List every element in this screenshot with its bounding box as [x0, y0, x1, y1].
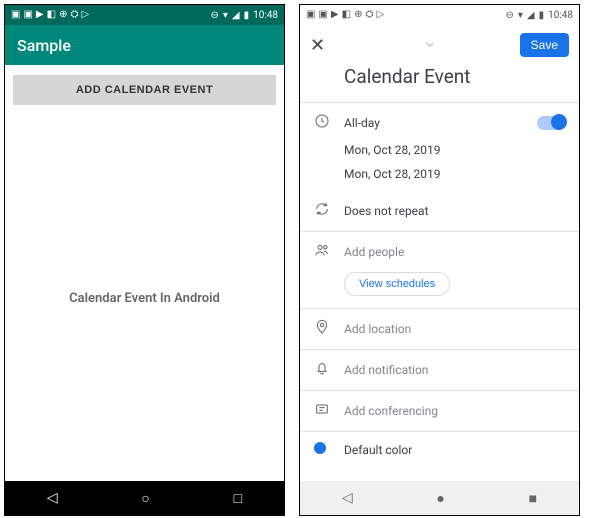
event-title[interactable]: Calendar Event [300, 61, 579, 102]
action-bar: Sample [5, 25, 284, 65]
nav-bar: ◁ ● ■ [300, 481, 579, 515]
add-notification-row[interactable]: Add notification [300, 350, 579, 390]
color-label: Default color [344, 443, 565, 457]
drag-handle-icon[interactable]: ⌄ [340, 31, 520, 52]
clock-text: 10:48 [253, 10, 278, 21]
end-date-row[interactable]: Mon, Oct 28, 2019 [300, 167, 579, 191]
conferencing-icon [314, 401, 344, 421]
notif-icon: ▣ [23, 10, 32, 20]
add-conferencing-row[interactable]: Add conferencing [300, 391, 579, 431]
color-dot-icon [314, 442, 344, 458]
notif-icon: ▣ [11, 10, 20, 20]
notif-icon: ▣ [306, 10, 315, 20]
home-button[interactable]: ○ [141, 490, 149, 507]
add-location-label: Add location [344, 322, 565, 336]
location-icon [314, 319, 344, 339]
notif-icon: ▷ [81, 10, 89, 20]
wifi-icon: ▾ [518, 10, 523, 21]
bell-icon [314, 360, 344, 380]
notif-icon: ◧ [47, 10, 56, 20]
wifi-icon: ▾ [223, 10, 228, 21]
status-icons-left: ▣ ▣ ▶ ◧ ⊕ ⛭ ▷ [306, 10, 384, 20]
allday-row: All-day [300, 103, 579, 143]
notif-icon: ⊕ [59, 10, 67, 20]
repeat-label: Does not repeat [344, 204, 565, 218]
color-row[interactable]: Default color [300, 432, 579, 462]
clock-icon [314, 113, 344, 133]
status-icons-left: ▣ ▣ ▶ ◧ ⊕ ⛭ ▷ [11, 10, 89, 20]
app-title: Sample [17, 36, 71, 55]
notif-icon: ◧ [342, 10, 351, 20]
end-date-text: Mon, Oct 28, 2019 [344, 167, 565, 181]
battery-icon: ▮ [539, 10, 545, 21]
notif-icon: ⛭ [70, 10, 78, 20]
save-button[interactable]: Save [520, 33, 569, 57]
phone-right: ▣ ▣ ▶ ◧ ⊕ ⛭ ▷ ⊖ ▾ ◢ ▮ 10:48 ✕ ⌄ Save Cal… [299, 4, 580, 516]
back-button[interactable]: ◁ [47, 490, 58, 506]
dnd-icon: ⊖ [210, 10, 218, 21]
nav-bar: ◁ ○ □ [5, 481, 284, 515]
signal-icon: ◢ [527, 10, 535, 21]
clock-text: 10:48 [548, 10, 573, 21]
recents-button[interactable]: ■ [529, 490, 537, 507]
view-schedules-row: View schedules [300, 272, 579, 308]
recents-button[interactable]: □ [234, 490, 242, 507]
add-people-row[interactable]: Add people [300, 232, 579, 272]
view-schedules-button[interactable]: View schedules [344, 272, 450, 296]
add-location-row[interactable]: Add location [300, 309, 579, 349]
event-header: ✕ ⌄ Save [300, 25, 579, 61]
people-icon [314, 242, 344, 262]
repeat-row[interactable]: Does not repeat [300, 191, 579, 231]
close-icon[interactable]: ✕ [310, 35, 340, 56]
allday-label: All-day [344, 116, 537, 130]
start-date-row[interactable]: Mon, Oct 28, 2019 [300, 143, 579, 167]
notif-icon: ⊕ [354, 10, 362, 20]
notif-icon: ▶ [36, 10, 44, 20]
phone-left: ▣ ▣ ▶ ◧ ⊕ ⛭ ▷ ⊖ ▾ ◢ ▮ 10:48 Sample ADD C… [4, 4, 285, 516]
add-calendar-event-button[interactable]: ADD CALENDAR EVENT [13, 75, 276, 105]
battery-icon: ▮ [244, 10, 250, 21]
back-button[interactable]: ◁ [342, 490, 353, 506]
status-icons-right: ⊖ ▾ ◢ ▮ 10:48 [505, 10, 573, 21]
start-date-text: Mon, Oct 28, 2019 [344, 143, 565, 157]
status-icons-right: ⊖ ▾ ◢ ▮ 10:48 [210, 10, 278, 21]
notif-icon: ⛭ [365, 10, 373, 20]
status-bar: ▣ ▣ ▶ ◧ ⊕ ⛭ ▷ ⊖ ▾ ◢ ▮ 10:48 [300, 5, 579, 25]
allday-toggle[interactable] [537, 116, 565, 130]
home-button[interactable]: ● [436, 490, 444, 507]
dnd-icon: ⊖ [505, 10, 513, 21]
center-label: Calendar Event In Android [5, 115, 284, 481]
notif-icon: ▷ [376, 10, 384, 20]
notif-icon: ▣ [318, 10, 327, 20]
signal-icon: ◢ [232, 10, 240, 21]
repeat-icon [314, 201, 344, 221]
notif-icon: ▶ [331, 10, 339, 20]
add-people-label: Add people [344, 245, 565, 259]
add-notification-label: Add notification [344, 363, 565, 377]
status-bar: ▣ ▣ ▶ ◧ ⊕ ⛭ ▷ ⊖ ▾ ◢ ▮ 10:48 [5, 5, 284, 25]
add-conferencing-label: Add conferencing [344, 404, 565, 418]
